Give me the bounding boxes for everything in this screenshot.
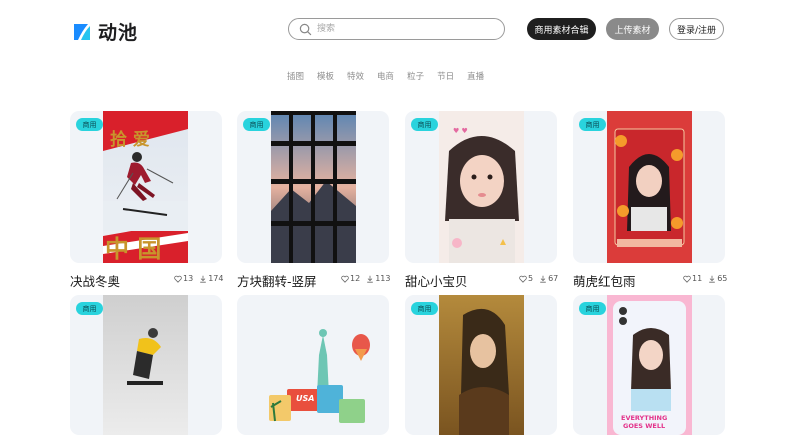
search-icon bbox=[299, 23, 312, 36]
login-register-button[interactable]: 登录/注册 bbox=[669, 18, 724, 40]
svg-text:♥ ♥: ♥ ♥ bbox=[453, 127, 468, 135]
category-illustration[interactable]: 插图 bbox=[287, 70, 304, 84]
card-title[interactable]: 决战冬奥 bbox=[70, 271, 120, 290]
material-card[interactable]: ♥ ♥ 商用 bbox=[405, 111, 557, 263]
travel-illustration bbox=[269, 329, 370, 423]
tiger-red-envelope-image bbox=[607, 111, 692, 263]
heart-icon bbox=[341, 275, 349, 283]
material-card[interactable]: USA bbox=[237, 295, 389, 435]
commercial-badge: 商用 bbox=[579, 118, 606, 131]
download-icon bbox=[367, 275, 373, 283]
mountain-blocks-image bbox=[271, 111, 356, 263]
usa-label: USA bbox=[296, 394, 315, 403]
material-card[interactable]: 商用 bbox=[70, 295, 222, 435]
upload-button[interactable]: 上传素材 bbox=[606, 18, 659, 40]
download-icon bbox=[540, 275, 546, 283]
material-card[interactable]: 拾 爱 中 国 商用 bbox=[70, 111, 222, 263]
download-icon bbox=[200, 275, 206, 283]
card-thumbnail bbox=[271, 111, 356, 263]
logo-text: 动池 bbox=[98, 22, 139, 44]
card-stats: 11 65 bbox=[683, 274, 727, 283]
card-thumbnail bbox=[103, 295, 188, 435]
card-stats: 13 174 bbox=[174, 274, 223, 283]
golden-portrait-image bbox=[459, 308, 509, 435]
category-live[interactable]: 直播 bbox=[467, 70, 484, 84]
category-template[interactable]: 模板 bbox=[317, 70, 334, 84]
header: 动池 商用素材合辑 上传素材 登录/注册 bbox=[0, 0, 800, 60]
card-thumbnail bbox=[439, 295, 524, 435]
material-card[interactable]: EVERYTHING GOES WELL 商用 bbox=[573, 295, 725, 435]
ski-bottom-text: 中 国 bbox=[105, 234, 162, 263]
category-festival[interactable]: 节日 bbox=[437, 70, 454, 84]
girl-portrait-image: ♥ ♥ bbox=[439, 111, 524, 263]
snowboarder-image bbox=[127, 328, 163, 385]
phone-caption-1: EVERYTHING bbox=[621, 414, 668, 422]
download-count: 113 bbox=[375, 274, 391, 283]
card-title[interactable]: 方块翻转-竖屏 bbox=[237, 271, 317, 290]
heart-icon bbox=[174, 275, 182, 283]
category-particles[interactable]: 粒子 bbox=[407, 70, 424, 84]
logo-icon bbox=[74, 23, 90, 40]
heart-icon bbox=[683, 275, 691, 283]
card-title[interactable]: 萌虎红包雨 bbox=[573, 271, 636, 290]
logo[interactable]: 动池 bbox=[72, 18, 138, 45]
material-card[interactable]: 商用 bbox=[405, 295, 557, 435]
card-title[interactable]: 甜心小宝贝 bbox=[405, 271, 468, 290]
commercial-badge: 商用 bbox=[579, 302, 606, 315]
like-count: 12 bbox=[350, 274, 361, 283]
ski-top-text: 拾 爱 bbox=[110, 130, 150, 150]
download-count: 65 bbox=[717, 274, 728, 283]
card-stats: 12 113 bbox=[341, 274, 390, 283]
commercial-badge: 商用 bbox=[411, 118, 438, 131]
like-count: 11 bbox=[692, 274, 703, 283]
download-count: 174 bbox=[208, 274, 224, 283]
download-count: 67 bbox=[548, 274, 559, 283]
card-thumbnail: ♥ ♥ bbox=[439, 111, 524, 263]
search-input[interactable] bbox=[317, 20, 497, 38]
search-box[interactable] bbox=[288, 18, 505, 40]
card-stats: 5 67 bbox=[519, 274, 558, 283]
card-thumbnail bbox=[607, 111, 692, 263]
material-card[interactable]: 商用 bbox=[237, 111, 389, 263]
category-effects[interactable]: 特效 bbox=[347, 70, 364, 84]
category-nav: 插图 模板 特效 电商 粒子 节日 直播 bbox=[287, 70, 497, 84]
commercial-badge: 商用 bbox=[76, 118, 103, 131]
commercial-badge: 商用 bbox=[411, 302, 438, 315]
like-count: 5 bbox=[528, 274, 534, 283]
download-icon bbox=[709, 275, 715, 283]
like-count: 13 bbox=[183, 274, 194, 283]
material-card[interactable]: 商用 bbox=[573, 111, 725, 263]
commercial-badge: 商用 bbox=[243, 118, 270, 131]
heart-icon bbox=[519, 275, 527, 283]
category-ecommerce[interactable]: 电商 bbox=[377, 70, 394, 84]
commercial-badge: 商用 bbox=[76, 302, 103, 315]
commercial-collection-button[interactable]: 商用素材合辑 bbox=[527, 18, 596, 40]
